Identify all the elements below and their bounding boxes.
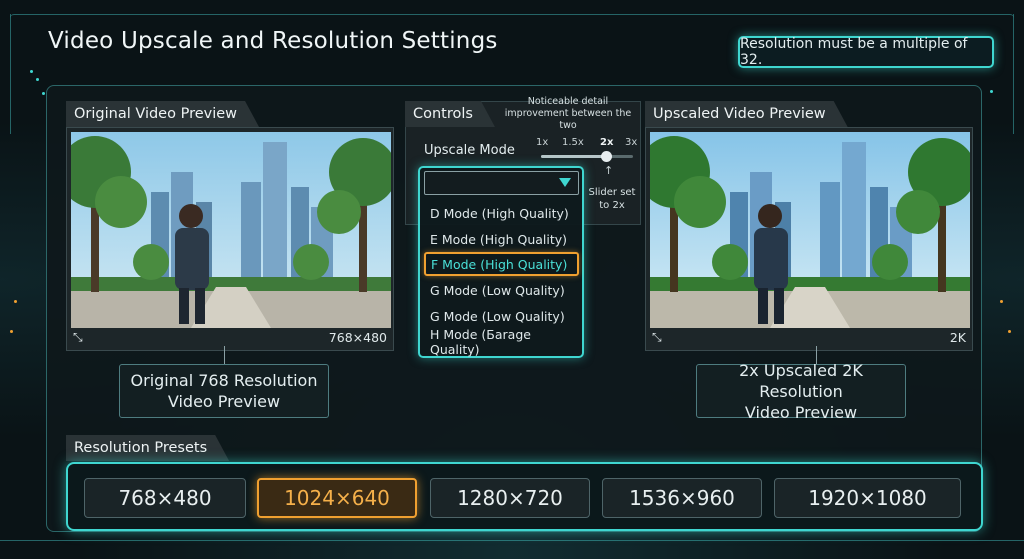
upscaled-resolution-label: 2K (949, 330, 966, 345)
decor-dot (42, 92, 45, 95)
controls-note: Noticeable detail improvement between th… (504, 96, 632, 131)
preset-button[interactable]: 1536×960 (602, 478, 762, 518)
tab-original-preview: Original Video Preview (66, 101, 259, 127)
decor-dot (30, 70, 33, 73)
slider-tick: 3x (625, 137, 638, 148)
connector-line (224, 346, 225, 364)
upscale-mode-label: Upscale Mode (424, 143, 515, 158)
caption-line: Video Preview (744, 402, 858, 422)
caption-line: 2x Upscaled 2K Resolution (739, 360, 863, 401)
preset-button-active[interactable]: 1024×640 (257, 478, 417, 518)
decor-dot (36, 78, 39, 81)
original-video-preview[interactable]: ⤡ 768×480 (66, 127, 394, 351)
slider-tick: 1x (536, 137, 549, 148)
upscale-mode-dropdown[interactable]: D Mode (High Quality) E Mode (High Quali… (418, 166, 584, 358)
tab-resolution-presets: Resolution Presets (66, 435, 229, 461)
dropdown-option[interactable]: H Mode (Бarage Quality) (424, 327, 579, 357)
decor-dot (990, 90, 993, 93)
original-preview-caption: Original 768 Resolution Video Preview (119, 364, 329, 418)
decor-dot (14, 300, 17, 303)
page-title: Video Upscale and Resolution Settings (48, 28, 498, 54)
preset-button[interactable]: 768×480 (84, 478, 246, 518)
preset-button[interactable]: 1280×720 (430, 478, 590, 518)
upscaled-video-frame (650, 132, 970, 328)
original-video-frame (71, 132, 391, 328)
frame-line (10, 14, 11, 134)
caption-line: Video Preview (167, 392, 281, 411)
dropdown-option[interactable]: G Mode (Low Quality) (424, 278, 579, 302)
expand-icon[interactable]: ⤡ (652, 330, 662, 345)
arrow-up-icon: ↑ (604, 164, 614, 177)
decor-dot (1008, 330, 1011, 333)
frame-line (0, 540, 1024, 541)
decor-dot (1000, 300, 1003, 303)
slider-tick: 2x (600, 137, 614, 148)
upscaled-preview-caption: 2x Upscaled 2K Resolution Video Preview (696, 361, 906, 422)
resolution-note-badge: Resolution must be a multiple of 32. (738, 36, 994, 68)
slider-fill (541, 155, 606, 158)
tab-upscaled-preview: Upscaled Video Preview (645, 101, 848, 127)
dropdown-option-selected[interactable]: F Mode (High Quality) (424, 252, 579, 276)
expand-icon[interactable]: ⤡ (73, 330, 83, 345)
upscale-mode-select[interactable] (424, 171, 579, 195)
preset-button[interactable]: 1920×1080 (774, 478, 961, 518)
slider-note: Slider set to 2x (588, 187, 636, 211)
tab-controls: Controls (405, 101, 495, 127)
dropdown-option[interactable]: E Mode (High Quality) (424, 227, 579, 251)
caption-line: Original 768 Resolution (130, 371, 318, 390)
upscaled-video-preview[interactable]: ⤡ 2K (645, 127, 973, 351)
original-resolution-label: 768×480 (328, 330, 387, 345)
chevron-down-icon[interactable] (559, 178, 571, 187)
upscale-slider[interactable] (541, 151, 633, 162)
slider-tick: 1.5x (562, 137, 584, 148)
dropdown-option[interactable]: D Mode (High Quality) (424, 201, 579, 225)
slider-thumb[interactable] (601, 151, 612, 162)
dropdown-option[interactable]: G Mode (Low Quality) (424, 304, 579, 328)
decor-dot (10, 330, 13, 333)
frame-line (1013, 14, 1014, 134)
